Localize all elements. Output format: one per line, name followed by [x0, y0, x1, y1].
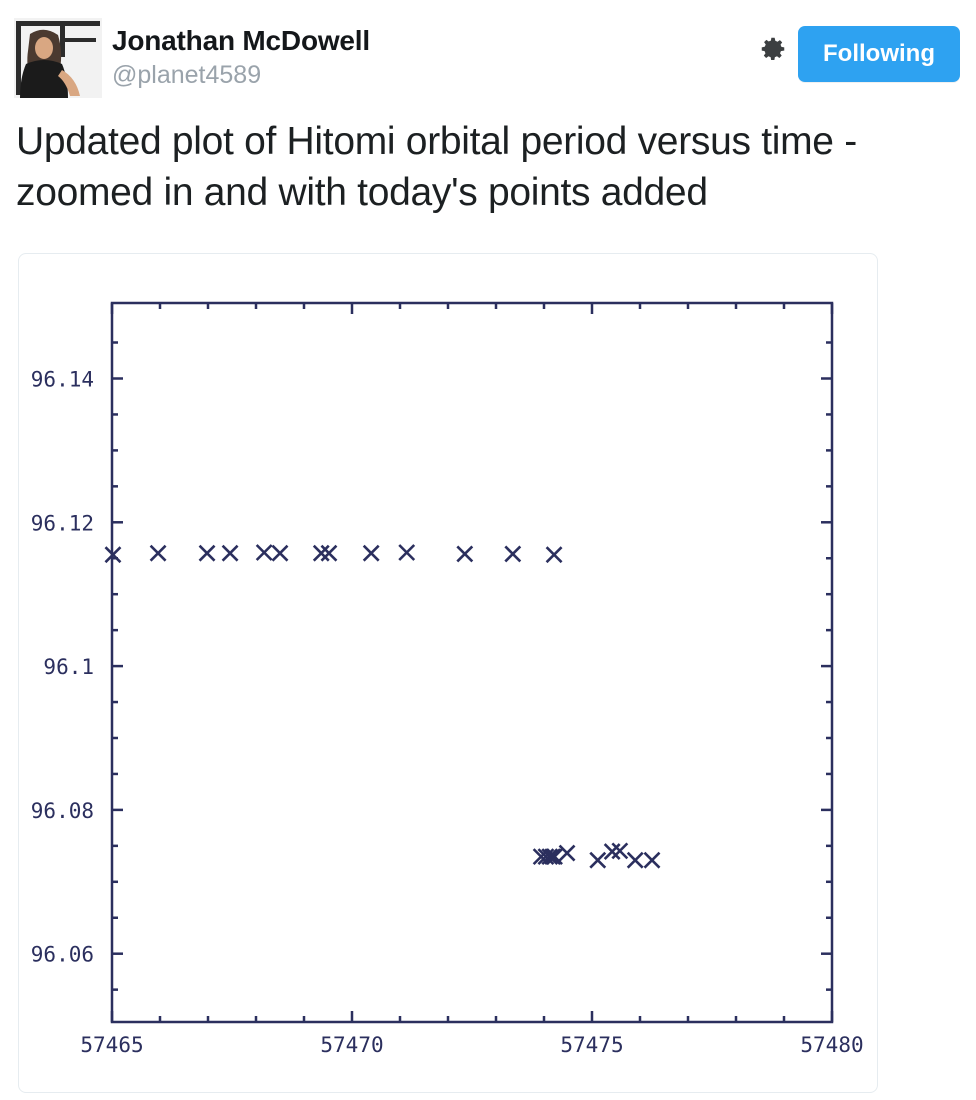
tweet-media-card[interactable]: 57465 57470 57475 57480 96.06 96.08 96.1 96.12 9… [18, 253, 878, 1093]
data-point-marker [398, 544, 416, 561]
data-point-marker [545, 546, 563, 564]
gear-icon-glyph [761, 37, 785, 60]
data-point-marker [558, 844, 576, 862]
data-point-marker [198, 544, 216, 562]
data-point-marker [221, 544, 239, 562]
username-handle: @planet4589 [112, 61, 262, 89]
data-point-marker [504, 545, 522, 563]
avatar[interactable] [14, 18, 102, 98]
data-point-marker [456, 545, 474, 563]
data-point-marker [362, 544, 380, 562]
following-button[interactable]: Following [798, 26, 960, 82]
avatar-image [14, 18, 102, 98]
tweet-card: Jonathan McDowell @planet4589 Following … [0, 0, 976, 1100]
tweet-header: Jonathan McDowell @planet4589 Following [0, 0, 976, 110]
gear-icon[interactable] [756, 32, 790, 66]
data-series-hitomi-period [104, 544, 661, 869]
data-point-marker [320, 544, 338, 562]
data-point-marker [589, 851, 607, 869]
data-point-marker [255, 544, 273, 561]
y-axis-tick-label: 96.14 [31, 367, 94, 391]
x-axis-tick-label: 57465 [80, 1033, 143, 1057]
x-axis-tick-label: 57475 [560, 1033, 623, 1057]
x-axis-tick-label: 57470 [320, 1033, 383, 1057]
data-point-marker [271, 544, 289, 562]
data-point-marker [149, 544, 167, 562]
x-axis-tick-label: 57480 [800, 1033, 863, 1057]
identity-block: Jonathan McDowell @planet4589 [112, 24, 370, 91]
plot-frame [110, 301, 834, 1024]
data-point-marker [643, 851, 661, 869]
data-point-marker [312, 544, 330, 562]
display-name: Jonathan McDowell [112, 25, 370, 56]
y-axis-tick-label: 96.06 [31, 943, 94, 967]
data-point-marker [626, 851, 644, 869]
tweet-text: Updated plot of Hitomi orbital period ve… [16, 120, 857, 214]
y-axis-tick-label: 96.12 [31, 511, 94, 535]
y-axis-tick-label: 96.08 [31, 799, 94, 823]
y-axis-tick-label: 96.1 [43, 655, 94, 679]
orbital-period-scatter-plot: 57465 57470 57475 57480 96.06 96.08 96.1 96.12 9… [31, 301, 864, 1057]
